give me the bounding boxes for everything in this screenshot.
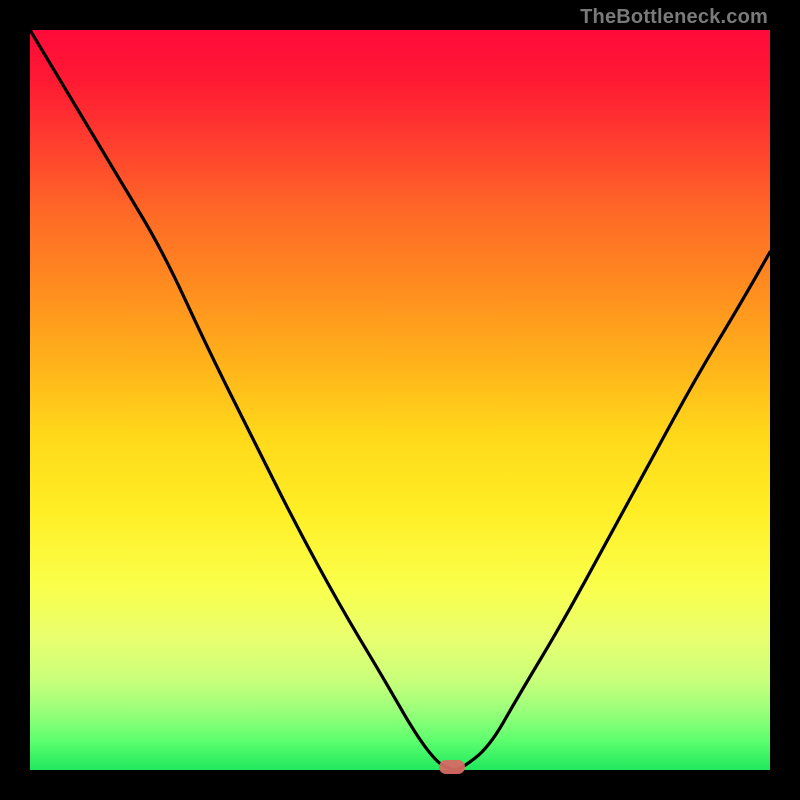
plot-area <box>30 30 770 770</box>
chart-frame: TheBottleneck.com <box>0 0 800 800</box>
watermark-text: TheBottleneck.com <box>580 6 768 29</box>
curve-path <box>30 30 770 770</box>
bottleneck-curve <box>30 30 770 770</box>
minimum-marker <box>439 760 465 774</box>
